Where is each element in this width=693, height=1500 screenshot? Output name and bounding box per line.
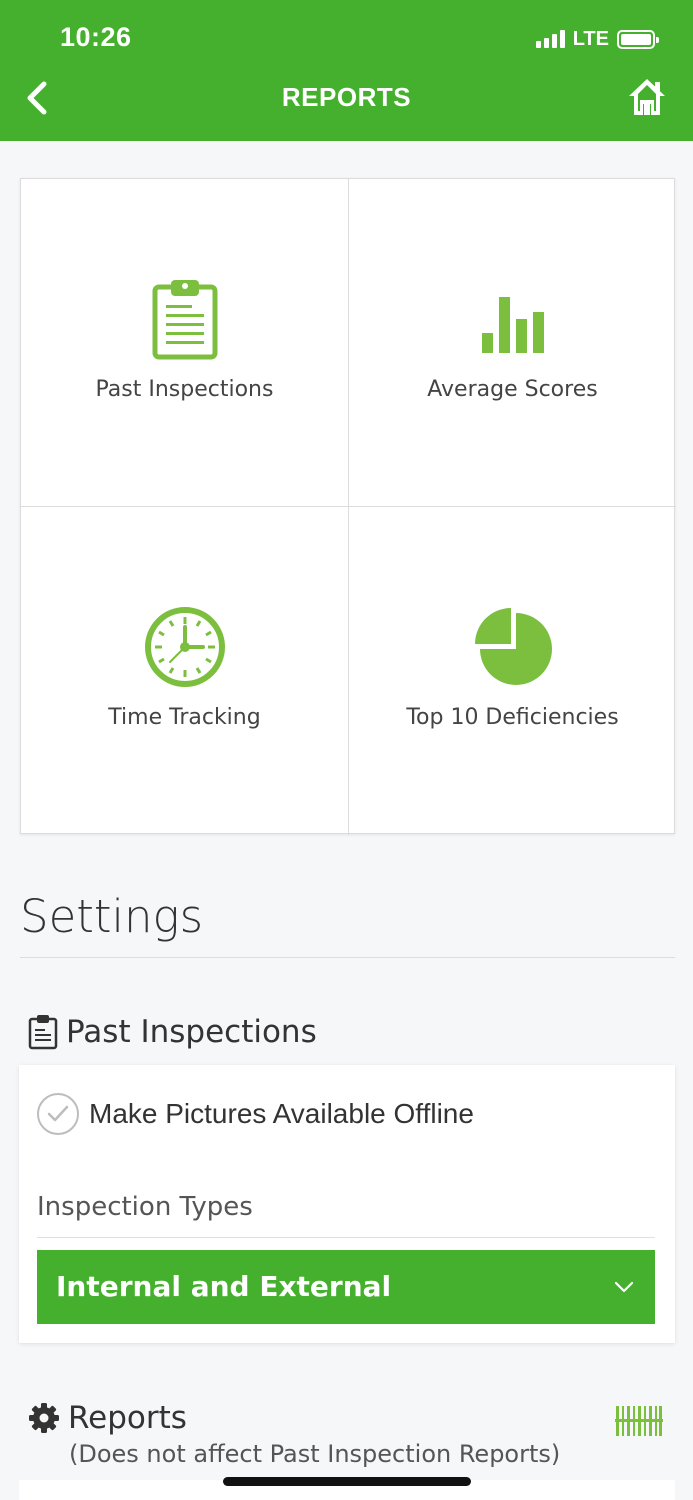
reports-heading: Reports bbox=[28, 1400, 187, 1436]
divider bbox=[37, 1237, 655, 1238]
settings-title: Settings bbox=[20, 890, 204, 943]
tile-past-inspections[interactable]: Past Inspections bbox=[21, 179, 348, 506]
chevron-down-icon bbox=[614, 1281, 634, 1293]
section-title: Reports bbox=[68, 1400, 187, 1436]
page-title: REPORTS bbox=[281, 82, 412, 112]
clipboard-icon bbox=[28, 1015, 58, 1050]
reports-grid: Past Inspections Average Scores Time Tra… bbox=[20, 178, 676, 835]
reports-subtitle: (Does not affect Past Inspection Reports… bbox=[69, 1440, 561, 1468]
tile-average-scores[interactable]: Average Scores bbox=[349, 179, 676, 506]
clipboard-icon bbox=[21, 277, 348, 361]
checkmark-icon bbox=[37, 1093, 79, 1135]
grid-divider bbox=[348, 179, 349, 835]
offline-pictures-toggle[interactable]: Make Pictures Available Offline bbox=[37, 1093, 474, 1135]
divider bbox=[20, 957, 675, 958]
grid-divider bbox=[21, 506, 676, 507]
network-type: LTE bbox=[572, 27, 609, 50]
home-icon bbox=[629, 79, 665, 115]
status-time: 10:26 bbox=[60, 22, 132, 52]
past-inspections-settings-card: Make Pictures Available Offline Inspecti… bbox=[19, 1065, 675, 1343]
signal-icon bbox=[535, 30, 565, 48]
past-inspections-heading: Past Inspections bbox=[28, 1014, 317, 1050]
barcode-button[interactable] bbox=[615, 1404, 663, 1438]
home-indicator[interactable] bbox=[223, 1477, 471, 1486]
tile-label: Average Scores bbox=[427, 377, 598, 402]
selected-value: Internal and External bbox=[56, 1270, 392, 1303]
bar-chart-icon bbox=[349, 277, 676, 361]
section-title: Past Inspections bbox=[66, 1014, 317, 1050]
status-indicators: LTE bbox=[535, 27, 659, 51]
home-button[interactable] bbox=[627, 76, 667, 118]
tile-time-tracking[interactable]: Time Tracking bbox=[21, 507, 348, 834]
clock-icon bbox=[21, 605, 348, 689]
gear-icon bbox=[29, 1403, 59, 1433]
inspection-types-label: Inspection Types bbox=[37, 1192, 253, 1222]
offline-label: Make Pictures Available Offline bbox=[89, 1098, 474, 1129]
tile-label: Time Tracking bbox=[108, 705, 261, 730]
app-header: 10:26 LTE REPORTS bbox=[0, 0, 693, 141]
tile-top-10-deficiencies[interactable]: Top 10 Deficiencies bbox=[349, 507, 676, 834]
tile-label: Past Inspections bbox=[95, 377, 274, 402]
battery-icon bbox=[617, 29, 659, 49]
tile-label: Top 10 Deficiencies bbox=[406, 705, 619, 730]
pie-chart-icon bbox=[349, 605, 676, 689]
inspection-types-select[interactable]: Internal and External bbox=[37, 1250, 655, 1324]
barcode-icon bbox=[615, 1406, 663, 1436]
